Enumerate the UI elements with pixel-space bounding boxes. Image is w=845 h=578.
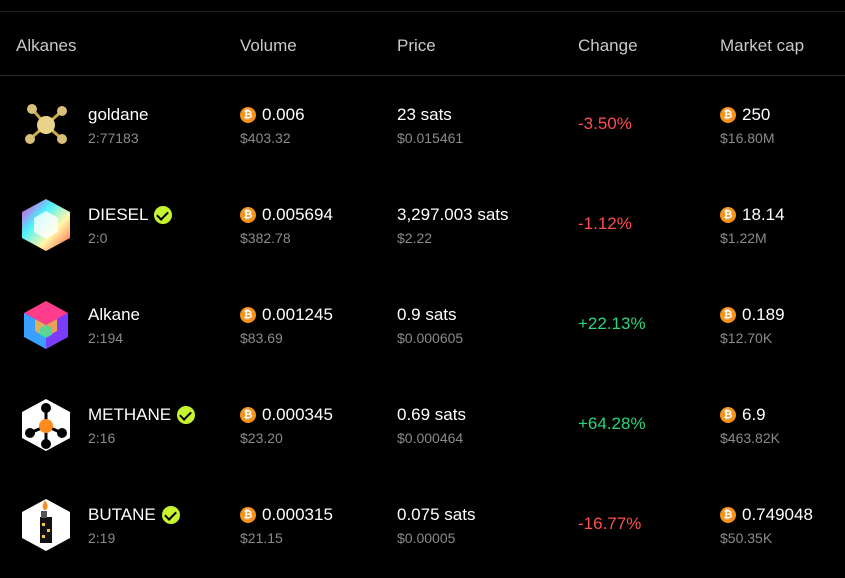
market-cap-usd: $12.70K: [720, 330, 773, 346]
table-row[interactable]: Alkane 2:194 ₿ 0.001245 $83.69 0.9 sats $…: [0, 277, 845, 377]
token-name[interactable]: goldane: [88, 105, 149, 125]
token-id: 2:77183: [88, 130, 139, 146]
table-header: Alkanes Volume Price Change Market cap: [0, 12, 845, 76]
token-id: 2:0: [88, 230, 108, 246]
change-value: -1.12%: [578, 214, 632, 233]
methane-molecule-icon: [22, 399, 70, 451]
token-id: 2:194: [88, 330, 124, 346]
verified-check-icon: [161, 506, 180, 524]
volume-btc: 0.006: [262, 105, 305, 124]
market-cap-btc: 250: [742, 105, 771, 124]
volume-usd: $382.78: [240, 230, 291, 246]
bitcoin-icon: ₿: [240, 307, 256, 323]
price-usd: $0.000605: [397, 330, 464, 346]
column-header-market-cap[interactable]: Market cap: [720, 36, 804, 56]
change-value: +64.28%: [578, 414, 646, 433]
volume-usd: $83.69: [240, 330, 283, 346]
column-header-change[interactable]: Change: [578, 36, 638, 56]
token-id: 2:19: [88, 530, 116, 546]
token-name[interactable]: Alkane: [88, 305, 140, 325]
change-value: -3.50%: [578, 114, 632, 133]
column-header-price[interactable]: Price: [397, 36, 436, 56]
verified-check-icon: [154, 206, 173, 224]
bitcoin-icon: ₿: [240, 407, 256, 423]
volume-usd: $21.15: [240, 530, 283, 546]
market-cap-btc: 0.749048: [742, 505, 813, 524]
volume-btc: 0.000345: [262, 405, 333, 424]
butane-lighter-icon: [22, 499, 70, 551]
table-row[interactable]: METHANE 2:16 ₿ 0.000345 $23.20 0.69 sats …: [0, 377, 845, 477]
token-name[interactable]: METHANE: [88, 405, 171, 425]
price-usd: $0.00005: [397, 530, 456, 546]
table-row[interactable]: goldane 2:77183 ₿ 0.006 $403.32 23 sats $…: [0, 77, 845, 177]
token-name[interactable]: BUTANE: [88, 505, 156, 525]
price-sats: 23 sats: [397, 105, 452, 124]
table-row[interactable]: DIESEL 2:0 ₿ 0.005694 $382.78 3,297.003 s…: [0, 177, 845, 277]
bitcoin-icon: ₿: [720, 107, 736, 123]
alkane-cube-icon: [24, 301, 68, 349]
table-row[interactable]: BUTANE 2:19 ₿ 0.000315 $21.15 0.075 sats …: [0, 477, 845, 577]
market-cap-btc: 0.189: [742, 305, 785, 324]
bitcoin-icon: ₿: [240, 107, 256, 123]
volume-btc: 0.000315: [262, 505, 333, 524]
diesel-hexagon-icon: [22, 199, 70, 251]
price-usd: $2.22: [397, 230, 433, 246]
bitcoin-icon: ₿: [240, 207, 256, 223]
price-sats: 0.075 sats: [397, 505, 476, 524]
price-sats: 3,297.003 sats: [397, 205, 509, 224]
volume-usd: $403.32: [240, 130, 291, 146]
price-usd: $0.000464: [397, 430, 464, 446]
column-header-alkanes[interactable]: Alkanes: [16, 36, 76, 56]
bitcoin-icon: ₿: [240, 507, 256, 523]
bitcoin-icon: ₿: [720, 407, 736, 423]
market-cap-btc: 18.14: [742, 205, 785, 224]
goldane-molecule-icon: [20, 99, 72, 151]
token-id: 2:16: [88, 430, 116, 446]
volume-usd: $23.20: [240, 430, 283, 446]
change-value: +22.13%: [578, 314, 646, 333]
token-name[interactable]: DIESEL: [88, 205, 148, 225]
price-sats: 0.9 sats: [397, 305, 457, 324]
bitcoin-icon: ₿: [720, 207, 736, 223]
volume-btc: 0.001245: [262, 305, 333, 324]
bitcoin-icon: ₿: [720, 507, 736, 523]
change-value: -16.77%: [578, 514, 642, 533]
bitcoin-icon: ₿: [720, 307, 736, 323]
market-cap-btc: 6.9: [742, 405, 766, 424]
price-sats: 0.69 sats: [397, 405, 466, 424]
column-header-volume[interactable]: Volume: [240, 36, 297, 56]
market-cap-usd: $16.80M: [720, 130, 775, 146]
market-cap-usd: $1.22M: [720, 230, 767, 246]
market-cap-usd: $463.82K: [720, 430, 780, 446]
volume-btc: 0.005694: [262, 205, 333, 224]
price-usd: $0.015461: [397, 130, 464, 146]
market-cap-usd: $50.35K: [720, 530, 773, 546]
verified-check-icon: [177, 406, 196, 424]
